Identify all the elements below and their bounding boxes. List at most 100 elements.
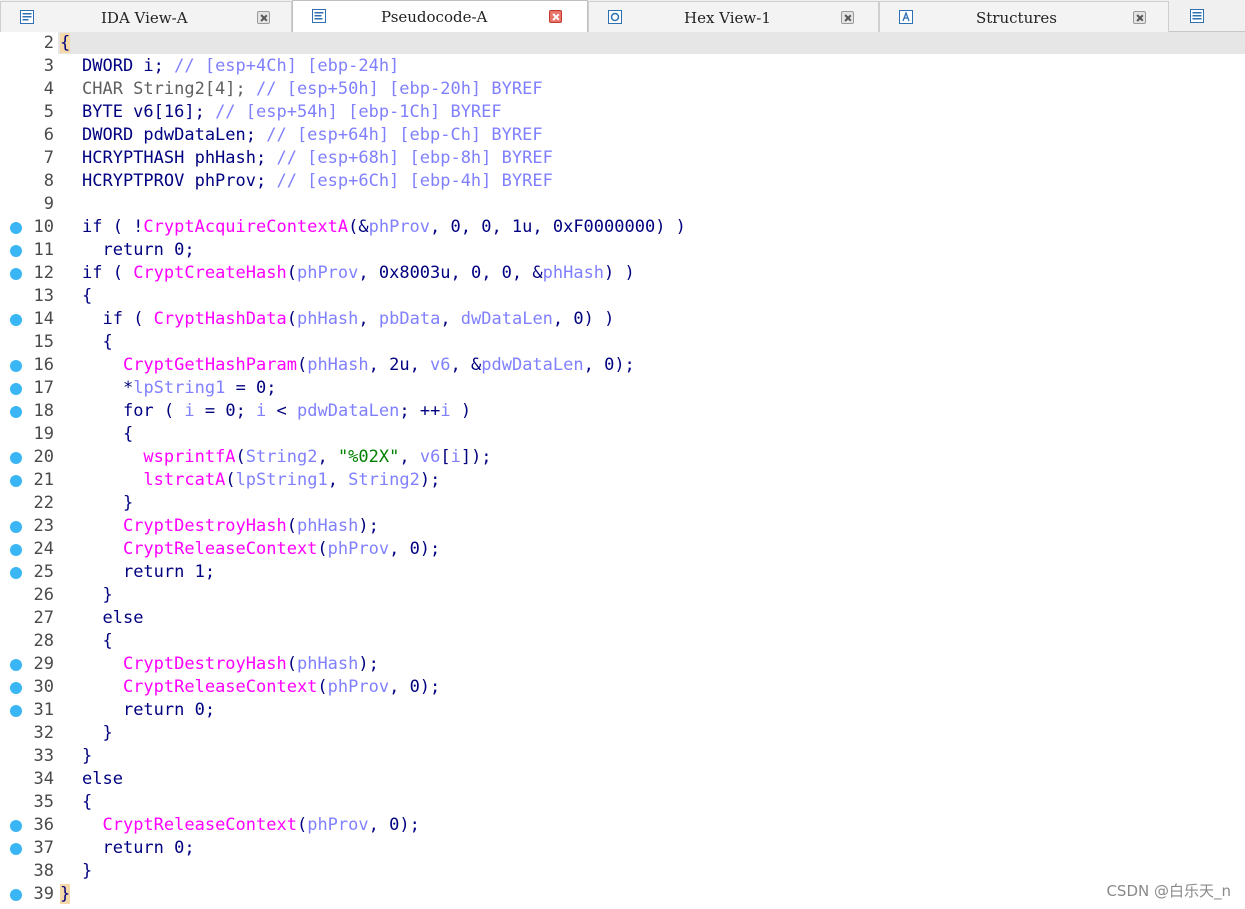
breakpoint-dot-icon[interactable]: [10, 889, 22, 901]
code-line[interactable]: if ( !CryptAcquireContextA(&phProv, 0, 0…: [82, 216, 686, 239]
code-line[interactable]: CryptGetHashParam(phHash, 2u, v6, &pdwDa…: [82, 354, 635, 377]
close-icon[interactable]: [841, 11, 854, 24]
breakpoint-dot-icon[interactable]: [10, 314, 22, 326]
breakpoint-dot-icon[interactable]: [10, 360, 22, 372]
code-line[interactable]: {: [82, 791, 92, 814]
code-token: ,: [399, 447, 420, 467]
code-line[interactable]: return 1;: [82, 561, 215, 584]
code-token: String2: [348, 470, 420, 490]
tab-hex-view[interactable]: Hex View-1: [588, 1, 879, 32]
breakpoint-dot-icon[interactable]: [10, 521, 22, 533]
code-line[interactable]: BYTE v6[16]; // [esp+54h] [ebp-1Ch] BYRE…: [82, 101, 502, 124]
code-line[interactable]: {: [82, 331, 113, 354]
code-line[interactable]: {: [60, 32, 71, 55]
code-line[interactable]: for ( i = 0; i < pdwDataLen; ++i ): [82, 400, 471, 423]
code-line[interactable]: HCRYPTHASH phHash; // [esp+68h] [ebp-8h]…: [82, 147, 553, 170]
code-line[interactable]: CryptDestroyHash(phHash);: [82, 653, 379, 676]
close-icon[interactable]: [257, 11, 270, 24]
code-line[interactable]: }: [82, 860, 92, 883]
code-line[interactable]: else: [82, 607, 143, 630]
tab-pseudocode[interactable]: Pseudocode-A: [292, 0, 588, 33]
close-icon[interactable]: [1133, 11, 1146, 24]
code-line[interactable]: }: [60, 883, 71, 906]
code-line[interactable]: }: [82, 745, 92, 768]
code-line[interactable]: else: [82, 768, 123, 791]
code-line[interactable]: if ( CryptCreateHash(phProv, 0x8003u, 0,…: [82, 262, 635, 285]
line-number-text: 32: [33, 723, 54, 743]
code-line[interactable]: *lpString1 = 0;: [82, 377, 277, 400]
breakpoint-dot-icon[interactable]: [10, 268, 22, 280]
breakpoint-dot-icon[interactable]: [10, 567, 22, 579]
line-number-text: 31: [33, 700, 54, 720]
code-line[interactable]: CryptReleaseContext(phProv, 0);: [82, 814, 419, 837]
code-line[interactable]: return 0;: [82, 837, 194, 860]
code-token: , 2u,: [368, 355, 431, 375]
code-token: {: [102, 631, 113, 651]
code-token: *: [122, 378, 134, 398]
code-token: phHash: [296, 516, 359, 536]
code-token: {: [102, 332, 113, 352]
code-token: <: [266, 401, 298, 421]
breakpoint-dot-icon[interactable]: [10, 245, 22, 257]
code-line[interactable]: CHAR String2[4]; // [esp+50h] [ebp-20h] …: [82, 78, 543, 101]
code-line[interactable]: {: [82, 630, 113, 653]
code-token: {: [60, 33, 71, 53]
breakpoint-dot-icon[interactable]: [10, 406, 22, 418]
line-number: 39: [8, 883, 54, 906]
line-number-text: 12: [33, 263, 54, 283]
code-token: if ( !: [82, 217, 144, 237]
line-number-text: 24: [33, 539, 54, 559]
code-line[interactable]: {: [82, 285, 92, 308]
code-line[interactable]: lstrcatA(lpString1, String2);: [82, 469, 440, 492]
code-line[interactable]: }: [82, 584, 112, 607]
breakpoint-dot-icon[interactable]: [10, 544, 22, 556]
line-number-text: 22: [33, 493, 54, 513]
code-token: v6: [419, 447, 441, 467]
code-token: HCRYPTPROV phProv;: [82, 171, 277, 191]
code-line[interactable]: CryptReleaseContext(phProv, 0);: [82, 538, 440, 561]
line-number: 33: [8, 745, 54, 768]
pseudocode-view[interactable]: 2 3 4 5 6 7 8 9 10 11 12 13 14 15 16 17 18 19 20 21 22 23 24 25…: [0, 32, 1245, 909]
close-icon[interactable]: [549, 10, 562, 23]
breakpoint-dot-icon[interactable]: [10, 820, 22, 832]
breakpoint-dot-icon[interactable]: [10, 222, 22, 234]
code-token: (: [296, 355, 308, 375]
breakpoint-dot-icon[interactable]: [10, 383, 22, 395]
line-number: 14: [8, 308, 54, 331]
code-line[interactable]: DWORD i; // [esp+4Ch] [ebp-24h]: [82, 55, 399, 78]
breakpoint-dot-icon[interactable]: [10, 682, 22, 694]
code-line[interactable]: CryptReleaseContext(phProv, 0);: [82, 676, 440, 699]
code-line[interactable]: return 0;: [82, 239, 194, 262]
code-line[interactable]: {: [82, 423, 133, 446]
tab-label: Pseudocode-A: [381, 8, 488, 26]
code-line[interactable]: return 0;: [82, 699, 215, 722]
breakpoint-dot-icon[interactable]: [10, 475, 22, 487]
extra-view-icon[interactable]: [1189, 8, 1205, 24]
code-line[interactable]: wsprintfA(String2, "%02X", v6[i]);: [82, 446, 492, 469]
code-line[interactable]: CryptDestroyHash(phHash);: [82, 515, 379, 538]
code-token: ; ++: [399, 401, 441, 421]
breakpoint-dot-icon[interactable]: [10, 705, 22, 717]
line-number: 2: [8, 32, 54, 55]
tab-ida-view[interactable]: IDA View-A: [0, 1, 292, 32]
code-line[interactable]: }: [82, 492, 133, 515]
breakpoint-dot-icon[interactable]: [10, 659, 22, 671]
line-number-text: 3: [43, 56, 54, 76]
code-token: ]);: [460, 447, 492, 467]
line-number: 18: [8, 400, 54, 423]
code-line[interactable]: HCRYPTPROV phProv; // [esp+6Ch] [ebp-4h]…: [82, 170, 553, 193]
code-token: DWORD i;: [82, 56, 175, 76]
code-line[interactable]: if ( CryptHashData(phHash, pbData, dwDat…: [82, 308, 614, 331]
code-token: , 0x8003u, 0, 0, &: [358, 263, 543, 283]
line-number-text: 27: [33, 608, 54, 628]
tab-structures[interactable]: Structures: [879, 1, 1169, 32]
line-number: 9: [8, 193, 54, 216]
code-line[interactable]: }: [82, 722, 112, 745]
code-token: (: [296, 815, 308, 835]
code-line[interactable]: DWORD pdwDataLen; // [esp+64h] [ebp-Ch] …: [82, 124, 543, 147]
breakpoint-dot-icon[interactable]: [10, 843, 22, 855]
code-token: = 0;: [225, 378, 277, 398]
breakpoint-dot-icon[interactable]: [10, 452, 22, 464]
